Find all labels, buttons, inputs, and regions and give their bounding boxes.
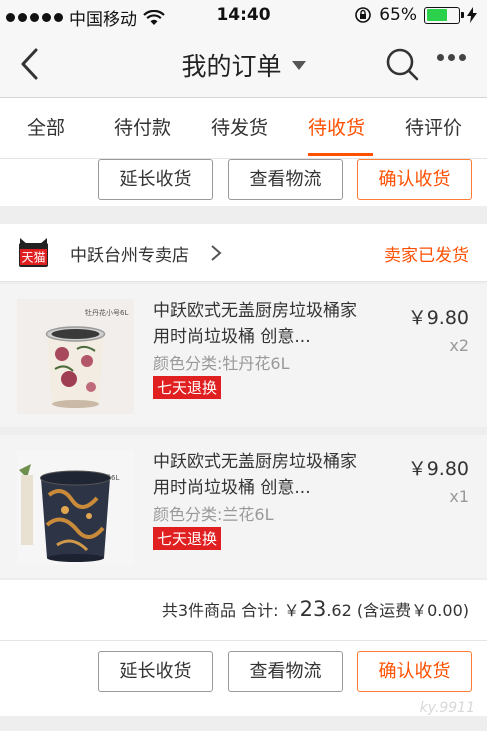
product-quantity: x2 bbox=[449, 336, 469, 355]
bottom-spacer bbox=[0, 716, 487, 731]
rotation-lock-icon bbox=[355, 7, 372, 23]
tab-pending-review[interactable]: 待评价 bbox=[405, 113, 462, 140]
order-tabs: 全部 待付款 待发货 待收货 待评价 bbox=[0, 98, 487, 158]
chevron-right-icon bbox=[211, 245, 222, 261]
shipping-fee: (含运费￥0.00) bbox=[351, 601, 469, 620]
battery-percent: 65% bbox=[379, 5, 417, 25]
search-icon[interactable] bbox=[384, 46, 420, 82]
order-total: 共3件商品 合计: ￥23.62 (含运费￥0.00) bbox=[162, 597, 469, 621]
order-item[interactable]: 牡丹花小号6L 中跃欧式无盖厨房垃圾桶家用时尚垃圾桶 创意... 颜色分类:牡丹… bbox=[0, 284, 487, 427]
nav-bar: 我的订单 bbox=[0, 30, 487, 98]
watermark: ky.9911 bbox=[419, 700, 475, 716]
order-summary: 共3件商品 合计: ￥23.62 (含运费￥0.00) bbox=[0, 580, 487, 641]
tab-pending-payment[interactable]: 待付款 bbox=[114, 113, 171, 140]
active-tab-indicator bbox=[308, 153, 373, 156]
caret-down-icon bbox=[291, 60, 306, 70]
tmall-logo-text: 天猫 bbox=[21, 251, 45, 265]
battery-fill bbox=[426, 9, 447, 21]
extend-receipt-button[interactable]: 延长收货 bbox=[98, 159, 213, 200]
status-right: 65% bbox=[354, 5, 477, 25]
product-title[interactable]: 中跃欧式无盖厨房垃圾桶家用时尚垃圾桶 创意... bbox=[153, 298, 373, 350]
product-price: ￥9.80 bbox=[407, 458, 469, 480]
trash-bin-orchid-image: 小号6L bbox=[17, 450, 134, 565]
more-dots-icon[interactable] bbox=[437, 54, 466, 61]
product-image[interactable]: 小号6L bbox=[17, 450, 134, 565]
product-image-label: 牡丹花小号6L bbox=[85, 308, 128, 317]
total-prefix: 共3件商品 合计: ￥ bbox=[161, 601, 300, 620]
charging-icon bbox=[467, 7, 477, 23]
order-item[interactable]: 小号6L 中跃欧式无盖厨房垃圾桶家用时尚垃圾桶 创意... 颜色分类:兰花6L … bbox=[0, 435, 487, 578]
total-decimal: .62 bbox=[326, 601, 352, 620]
product-sku: 颜色分类:兰花6L bbox=[153, 505, 274, 524]
battery-icon bbox=[424, 6, 464, 24]
tab-pending-receipt[interactable]: 待收货 bbox=[308, 113, 365, 140]
product-image[interactable]: 牡丹花小号6L bbox=[17, 299, 134, 414]
previous-order-actions: 延长收货 查看物流 确认收货 bbox=[0, 158, 487, 206]
confirm-receipt-button[interactable]: 确认收货 bbox=[357, 159, 472, 200]
tab-all[interactable]: 全部 bbox=[27, 113, 65, 140]
product-price: ￥9.80 bbox=[407, 307, 469, 329]
page-title-text: 我的订单 bbox=[181, 52, 282, 81]
status-bar: 中国移动 14:40 65% bbox=[0, 0, 487, 30]
seven-day-return-badge: 七天退换 bbox=[153, 527, 222, 550]
shop-name[interactable]: 中跃台州专卖店 bbox=[70, 241, 189, 266]
view-logistics-button[interactable]: 查看物流 bbox=[228, 159, 343, 200]
tab-pending-shipment[interactable]: 待发货 bbox=[211, 113, 268, 140]
extend-receipt-button[interactable]: 延长收货 bbox=[98, 651, 213, 692]
order-actions: 延长收货 查看物流 确认收货 bbox=[0, 641, 487, 716]
trash-bin-peony-image: 牡丹花小号6L bbox=[17, 299, 134, 414]
total-integer: 23 bbox=[299, 597, 327, 621]
view-logistics-button[interactable]: 查看物流 bbox=[228, 651, 343, 692]
seven-day-return-badge: 七天退换 bbox=[153, 376, 222, 399]
shop-header[interactable]: 天猫 中跃台州专卖店 卖家已发货 bbox=[0, 224, 487, 282]
tmall-logo: 天猫 bbox=[19, 238, 48, 267]
order-status: 卖家已发货 bbox=[384, 246, 469, 266]
confirm-receipt-button[interactable]: 确认收货 bbox=[357, 651, 472, 692]
product-sku: 颜色分类:牡丹花6L bbox=[153, 354, 290, 373]
product-title[interactable]: 中跃欧式无盖厨房垃圾桶家用时尚垃圾桶 创意... bbox=[153, 449, 373, 501]
product-quantity: x1 bbox=[449, 487, 469, 506]
